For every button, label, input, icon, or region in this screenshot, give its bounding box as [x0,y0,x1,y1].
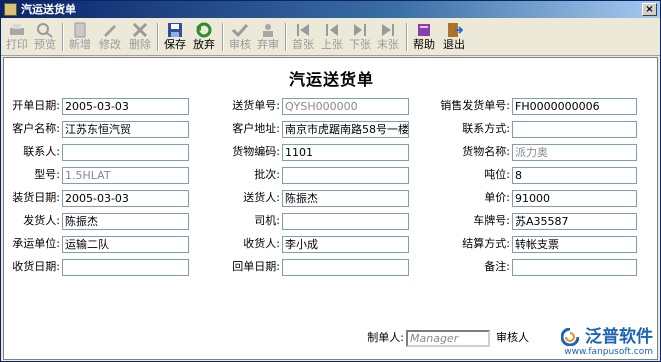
customer-name-label: 客户名称: [12,122,60,135]
model-label: 型号: [34,168,60,181]
prev-record-button[interactable]: 上张 [319,21,345,53]
help-book-icon [418,24,430,36]
floppy-disk-icon [168,23,182,37]
preview-button[interactable]: 预览 [32,21,58,53]
brand-watermark: 泛普软件 www.fanpusoft.com [561,328,653,357]
delivery-no-label: 送货单号: [232,99,280,112]
goods-code-field[interactable]: 1101 [282,144,409,161]
return-date-field[interactable] [282,259,409,276]
customer-address-field[interactable]: 南京市虎踞南路58号一楼 [282,121,409,138]
form-title: 汽运送货单 [288,70,374,89]
deliverer-label: 送货人: [243,191,280,204]
title-bar: 汽运送货单 × [1,1,660,18]
discard-button[interactable]: 放弃 [191,21,217,53]
plate-number-field[interactable]: 苏A35587 [512,213,637,230]
remarks-field[interactable] [512,259,637,276]
toolbar-separator [222,23,224,51]
contact-person-label: 联系人: [23,145,60,158]
tonnage-field[interactable]: 8 [512,167,637,184]
exit-button[interactable]: 退出 [441,21,467,53]
toolbar: 打印 预览 新增 修改 删除 保存 放弃 审核 弃审 首张 上张 下张 末张 帮… [1,19,660,56]
brand-name: 泛普软件 [585,327,653,347]
goods-code-label: 货物编码: [232,145,280,158]
brand-url: www.fanpusoft.com [564,347,653,357]
delivery-no-field[interactable]: QYSH000000 [282,98,409,115]
sales-shipment-no-field[interactable]: FH0000000006 [512,98,637,115]
plate-number-label: 车牌号: [473,214,510,227]
loading-date-label: 装货日期: [12,191,60,204]
loading-date-field[interactable]: 2005-03-03 [62,190,189,207]
carrier-field[interactable]: 运输二队 [62,236,189,253]
last-arrow-icon [382,24,394,36]
exit-door-icon [448,23,463,37]
delete-x-icon [132,22,148,38]
toolbar-separator [406,23,408,51]
checkmark-icon [231,23,249,38]
customer-name-field[interactable]: 江苏东恒汽贸 [62,121,189,138]
approve-button[interactable]: 审核 [227,21,253,53]
main-window: 汽运送货单 × 打印 预览 新增 修改 删除 保存 放弃 审核 弃审 首张 上张… [0,0,661,362]
printer-icon [10,24,24,35]
next-record-button[interactable]: 下张 [347,21,373,53]
first-record-button[interactable]: 首张 [290,21,316,53]
creator-label: 制单人: [367,331,404,344]
remarks-label: 备注: [484,260,510,273]
deliverer-field[interactable]: 陈振杰 [282,190,409,207]
settlement-method-field[interactable]: 转帐支票 [512,236,637,253]
undo-arrow-icon [196,22,212,38]
batch-label: 批次: [254,168,280,181]
last-record-button[interactable]: 末张 [375,21,401,53]
batch-field[interactable] [282,167,409,184]
receiver-label: 收货人: [243,237,280,250]
issue-date-field[interactable]: 2005-03-03 [62,98,189,115]
app-icon [4,3,17,16]
add-button[interactable]: 新增 [67,21,93,53]
magnifier-icon [37,23,53,38]
next-arrow-icon [354,24,366,36]
receiver-field[interactable]: 李小成 [282,236,409,253]
window-title: 汽运送货单 [21,3,76,16]
creator-field[interactable]: Manager [406,330,490,347]
tonnage-label: 吨位: [484,168,510,181]
contact-method-field[interactable] [512,121,637,138]
model-field[interactable]: 1.5HLAT [62,167,189,184]
form-panel: 汽运送货单 开单日期: 2005-03-03 送货单号: QYSH000000 … [3,57,658,360]
customer-address-label: 客户地址: [232,122,280,135]
sales-shipment-no-label: 销售发货单号: [440,99,510,112]
settlement-method-label: 结算方式: [462,237,510,250]
reviewer-label: 审核人 [496,331,529,344]
unit-price-field[interactable]: 91000 [512,190,637,207]
issue-date-label: 开单日期: [12,99,60,112]
driver-field[interactable] [282,213,409,230]
print-button[interactable]: 打印 [4,21,30,53]
contact-method-label: 联系方式: [462,122,510,135]
goods-name-label: 货物名称: [462,145,510,158]
toolbar-separator [62,23,64,51]
person-icon [263,24,273,37]
return-date-label: 回单日期: [232,260,280,273]
first-arrow-icon [297,24,309,36]
receipt-date-label: 收货日期: [12,260,60,273]
unit-price-label: 单价: [484,191,510,204]
pencil-icon [104,25,116,37]
shipper-label: 发货人: [23,214,60,227]
shipper-field[interactable]: 陈振杰 [62,213,189,230]
goods-name-field[interactable]: 派力奥 [512,144,637,161]
receipt-date-field[interactable] [62,259,189,276]
help-button[interactable]: 帮助 [411,21,437,53]
carrier-label: 承运单位: [12,237,60,250]
contact-person-field[interactable] [62,144,189,161]
brand-logo-icon [561,328,580,346]
delete-button[interactable]: 删除 [127,21,153,53]
save-button[interactable]: 保存 [162,21,188,53]
edit-button[interactable]: 修改 [97,21,123,53]
driver-label: 司机: [254,214,280,227]
window-close-button[interactable]: × [642,3,657,16]
unapprove-button[interactable]: 弃审 [255,21,281,53]
toolbar-separator [285,23,287,51]
toolbar-separator [157,23,159,51]
new-document-icon [74,22,86,38]
prev-arrow-icon [326,24,338,36]
